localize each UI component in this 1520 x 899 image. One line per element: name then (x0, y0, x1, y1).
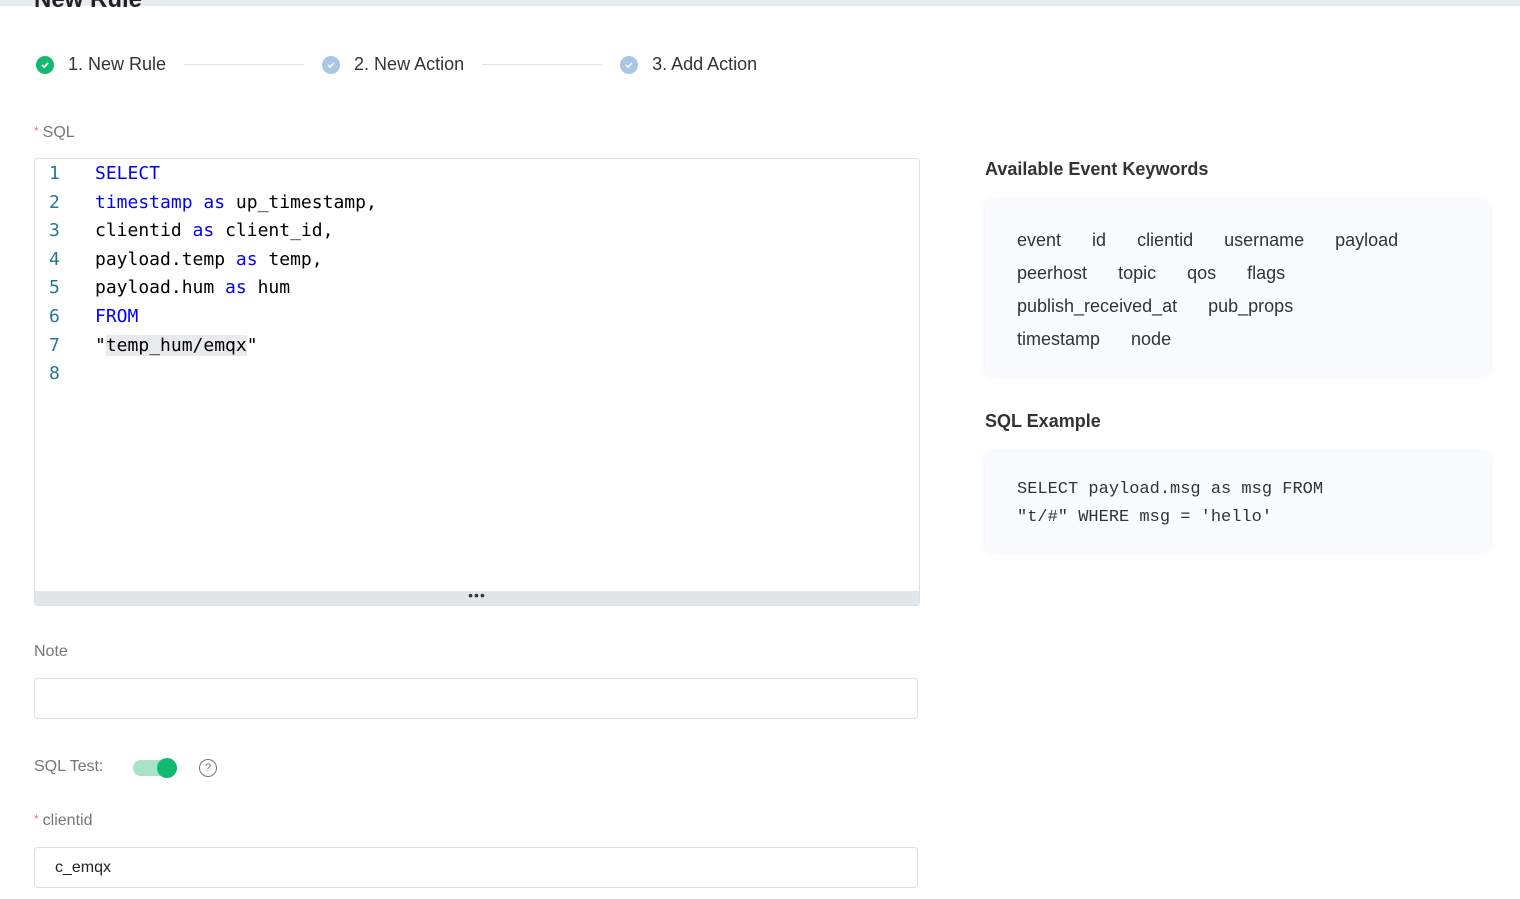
sql-editor[interactable]: ••• 1 SELECT 2 timestamp as up_timestamp, 3 c… (34, 158, 920, 606)
sql-example-line: SELECT payload.msg as msg FROM (1017, 480, 1324, 499)
step-add-action: 3. Add Action (620, 54, 757, 75)
keywords-title: Available Event Keywords (985, 159, 1209, 179)
sql-keyword: SELECT (95, 163, 161, 184)
toggle-knob (157, 758, 177, 778)
sql-keyword: as (192, 220, 215, 242)
step-connector (482, 64, 603, 65)
sql-token: clientid (95, 220, 193, 242)
code-line: 2 timestamp as up_timestamp, (35, 189, 919, 217)
line-number: 1 (49, 163, 60, 184)
code-text: FROM (95, 303, 138, 331)
sql-test-label: SQL Test: (34, 758, 104, 775)
sql-token: payload.hum (95, 277, 226, 299)
keyword-item: username (1224, 230, 1305, 250)
step-new-rule: 1. New Rule (36, 54, 166, 75)
step-connector (184, 64, 305, 65)
check-circle-icon (620, 55, 639, 74)
sql-label: * SQL (34, 124, 75, 142)
keywords-panel: event id clientid username payload peerhost to… (985, 200, 1490, 376)
sql-token: temp_hum/emqx (105, 334, 247, 356)
keyword-row: event id clientid username payload (1017, 230, 1398, 251)
clientid-label-text: clientid (42, 812, 93, 829)
step-label: 3. Add Action (652, 54, 758, 74)
top-bar (0, 0, 1520, 6)
keyword-item: clientid (1137, 230, 1194, 250)
keyword-item: node (1131, 329, 1172, 349)
code-line: 6 FROM (35, 303, 919, 331)
sql-keyword: as (225, 277, 247, 299)
keyword-item: flags (1247, 263, 1286, 283)
keyword-row: peerhost topic qos flags (1017, 263, 1285, 284)
code-text: SELECT (95, 160, 160, 188)
sql-keyword: FROM (95, 306, 139, 327)
keyword-item: peerhost (1017, 263, 1088, 283)
keyword-item: publish_received_at (1017, 296, 1178, 316)
code-line: 1 SELECT (35, 160, 919, 188)
code-text: payload.temp as temp, (95, 246, 323, 274)
keyword-row: timestamp node (1017, 329, 1171, 350)
sql-keyword: timestamp (95, 191, 193, 213)
keyword-item: event (1017, 230, 1062, 250)
keyword-item: topic (1118, 263, 1157, 283)
note-label: Note (34, 643, 68, 660)
code-line: 7 "temp_hum/emqx" (35, 332, 919, 360)
sql-token: temp, (257, 248, 323, 270)
check-circle-icon (36, 55, 54, 74)
sql-example-title: SQL Example (985, 411, 1101, 431)
check-circle-icon (322, 55, 341, 74)
line-number: 5 (49, 277, 60, 299)
line-number: 6 (49, 306, 60, 327)
line-number: 3 (49, 220, 60, 242)
keyword-item: payload (1335, 230, 1399, 250)
keyword-item: timestamp (1017, 329, 1101, 349)
note-input[interactable] (34, 678, 918, 719)
code-line: 4 payload.temp as temp, (35, 246, 919, 274)
sql-test-toggle[interactable] (133, 758, 177, 778)
required-mark: * (34, 124, 39, 138)
sql-label-text: SQL (42, 124, 75, 141)
code-text: clientid as client_id, (95, 217, 333, 245)
required-mark: * (34, 812, 39, 826)
stepper: 1. New Rule 2. New Action 3. Add Action (36, 54, 757, 75)
code-line: 8 (35, 360, 919, 388)
step-label: 2. New Action (354, 54, 465, 74)
line-number: 2 (49, 191, 60, 213)
sql-token: hum (246, 277, 291, 299)
keyword-row: publish_received_at pub_props (1017, 296, 1293, 317)
question-circle-icon[interactable]: ? (199, 759, 217, 777)
keyword-item: id (1092, 230, 1107, 250)
sql-example-line: "t/#" WHERE msg = 'hello' (1017, 508, 1273, 527)
step-label: 1. New Rule (68, 54, 167, 74)
line-number: 4 (49, 248, 60, 270)
editor-resize-handle[interactable]: ••• (35, 588, 919, 605)
keyword-item: pub_props (1208, 296, 1294, 316)
sql-token: " (246, 334, 258, 356)
clientid-label: * clientid (34, 812, 92, 830)
line-number: 7 (49, 334, 60, 356)
sql-token: up_timestamp, (225, 191, 377, 213)
code-line: 3 clientid as client_id, (35, 217, 919, 245)
keyword-item: qos (1187, 263, 1217, 283)
sql-token: " (95, 334, 106, 356)
step-new-action: 2. New Action (322, 54, 464, 75)
code-text: payload.hum as hum (95, 274, 290, 302)
code-text: timestamp as up_timestamp, (95, 189, 377, 217)
sql-token: payload.temp (95, 248, 236, 270)
sql-keyword: as (203, 191, 226, 213)
clientid-input[interactable] (34, 847, 918, 888)
sql-example-panel: SELECT payload.msg as msg FROM "t/#" WHER… (985, 452, 1490, 552)
sql-keyword: as (235, 248, 258, 270)
code-line: 5 payload.hum as hum (35, 274, 919, 302)
line-number: 8 (49, 363, 60, 385)
page-title: New Rule (34, 0, 142, 14)
sql-token: client_id, (214, 220, 334, 242)
code-text: "temp_hum/emqx" (95, 332, 258, 360)
